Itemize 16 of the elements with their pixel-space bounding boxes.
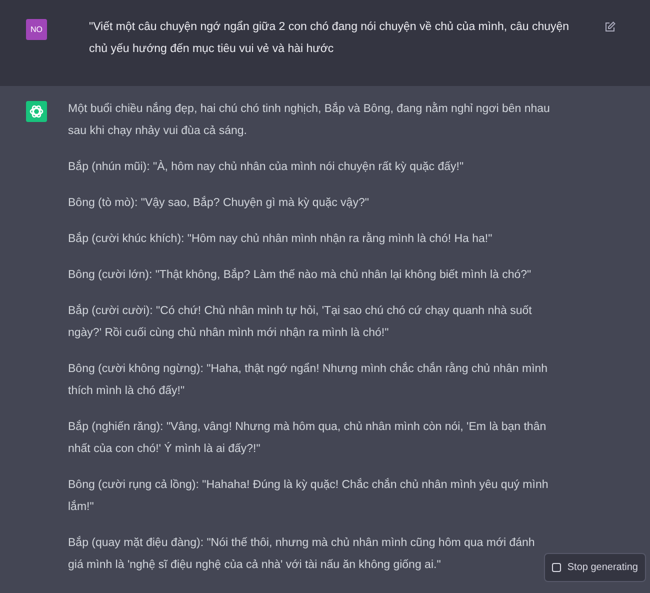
stop-icon — [552, 563, 562, 572]
response-paragraph: Bông (cười rụng cả lồng): "Hahaha! Đúng là kỳ quặc! Chắc chắn chủ nhân mình yêu quý mình lắm!" — [68, 477, 550, 515]
user-avatar: NO — [26, 19, 47, 40]
response-paragraph: Một buổi chiều nắng đẹp, hai chú chó tinh nghịch, Bắp và Bông, đang nằm nghỉ ngơi bên nhau sau khi chạy nhảy vui đùa cả sáng. — [68, 101, 550, 139]
response-paragraph: Bông (cười không ngừng): "Haha, thật ngớ ngẩn! Nhưng mình chắc chắn rằng chủ nhân mình thích mình là chó đấy!" — [68, 361, 549, 399]
response-paragraph: Bắp (quay mặt điệu đàng): "Nói thế thôi, nhưng mà chủ nhân mình cũng hôm qua mới đánh giá mình là 'nghệ sĩ điệu nghệ của cả nhà' với tài nấu ăn không giống ai." — [68, 535, 536, 573]
response-paragraph: Bắp (nghiến răng): "Vâng, vâng! Nhưng mà hôm qua, chủ nhân mình còn nói, 'Em là bạn thân nhất của con chó!' Ý mình là ai đấy?!" — [68, 419, 548, 457]
response-paragraph: Bắp (nhún mũi): "À, hôm nay chủ nhân của mình nói chuyện rất kỳ quặc đấy!" — [68, 159, 465, 175]
response-paragraph: Bắp (cười cười): "Có chứ! Chủ nhân mình tự hỏi, 'Tại sao chú chó cứ chạy quanh nhà suốt ngày?' Rồi cuối cùng chủ nhân mình mới nhận ra mình là chó!" — [68, 303, 533, 341]
response-paragraph: Bông (cười lớn): "Thật không, Bắp? Làm thế nào mà chủ nhân lại không biết mình là chó?" — [68, 267, 532, 283]
assistant-logo-icon — [26, 101, 47, 122]
stop-generating-button[interactable]: Stop generating — [544, 553, 646, 582]
response-paragraph: Bông (tò mò): "Vậy sao, Bắp? Chuyện gì mà kỳ quặc vậy?" — [68, 195, 370, 211]
response-paragraph: Bắp (cười khúc khích): "Hôm nay chủ nhân mình nhận ra rằng mình là chó! Ha ha!" — [68, 231, 494, 247]
edit-icon[interactable] — [604, 21, 616, 33]
user-message: "Viết một câu chuyện ngớ ngẩn giữa 2 con chó đang nói chuyện về chủ của mình, câu chuyện chủ yếu hướng đến mục tiêu vui vẻ và hài hước — [89, 20, 570, 57]
